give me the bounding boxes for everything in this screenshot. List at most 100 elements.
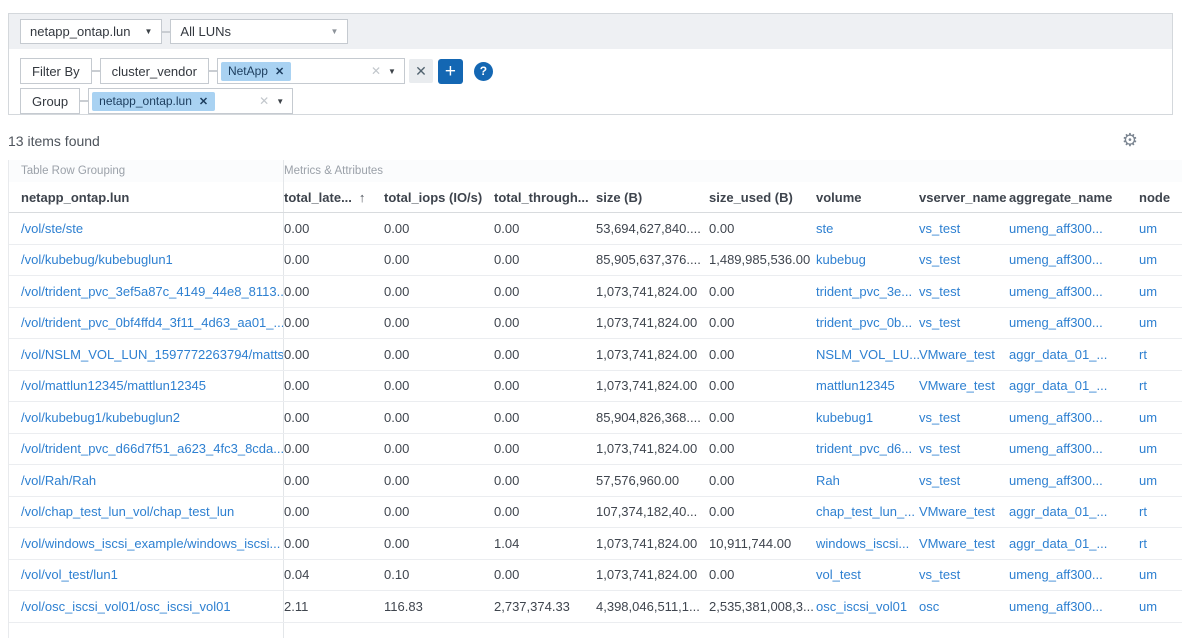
cell-node[interactable]: um [1139,276,1182,307]
cell-node[interactable]: um [1139,434,1182,465]
column-header-vserver_name[interactable]: vserver_name [919,182,1009,212]
help-icon[interactable]: ? [474,62,493,81]
saved-query-dropdown[interactable]: All LUNs ▼ [170,19,348,44]
cell-aggregate_name[interactable]: umeng_aff300... [1009,591,1139,622]
chevron-down-icon[interactable]: ▼ [388,67,396,76]
cell-aggregate_name[interactable]: umeng_aff300... [1009,402,1139,433]
cell-lun[interactable]: /vol/kubebug1/kubebuglun2 [9,402,284,433]
chevron-down-icon: ▼ [144,27,152,36]
chip-remove-icon[interactable]: ✕ [275,65,284,78]
cell-volume[interactable]: trident_pvc_d6... [816,434,919,465]
cell-vserver_name[interactable]: vs_test [919,560,1009,591]
cell-volume[interactable]: kubebug1 [816,402,919,433]
cell-aggregate_name[interactable]: aggr_data_01_... [1009,339,1139,370]
cell-volume[interactable]: ste [816,213,919,244]
column-header-volume[interactable]: volume [816,182,919,212]
cell-vserver_name[interactable]: vs_test [919,276,1009,307]
cell-lun[interactable]: /vol/windows_iscsi_example/windows_iscsi… [9,528,284,559]
filter-value-input[interactable]: NetApp ✕ ✕ ▼ [217,58,405,84]
cell-volume[interactable]: mattlun12345 [816,371,919,402]
cell-vserver_name[interactable]: osc [919,591,1009,622]
cell-aggregate_name[interactable]: aggr_data_01_... [1009,497,1139,528]
cell-vserver_name[interactable]: vs_test [919,245,1009,276]
chevron-down-icon[interactable]: ▼ [276,97,284,106]
cell-aggregate_name[interactable]: aggr_data_01_... [1009,528,1139,559]
cell-lun[interactable]: /vol/trident_pvc_3ef5a87c_4149_44e8_8113… [9,276,284,307]
cell-volume[interactable]: trident_pvc_0b... [816,308,919,339]
cell-total_throughput: 1.04 [494,528,596,559]
cell-volume[interactable]: vol_test [816,560,919,591]
cell-aggregate_name[interactable]: aggr_data_01_... [1009,371,1139,402]
cell-lun[interactable]: /vol/NSLM_VOL_LUN_1597772263794/matts... [9,339,284,370]
cell-node[interactable]: um [1139,465,1182,496]
clear-values-icon[interactable]: ✕ [371,64,381,78]
entity-type-dropdown[interactable]: netapp_ontap.lun ▼ [20,19,162,44]
cell-lun[interactable]: /vol/mattlun12345/mattlun12345 [9,371,284,402]
table-row: /vol/vol_test/lun10.040.100.001,073,741,… [9,560,1182,592]
chip-remove-icon[interactable]: ✕ [199,95,208,108]
cell-volume[interactable]: Rah [816,465,919,496]
cell-node[interactable]: um [1139,560,1182,591]
cell-vserver_name[interactable]: vs_test [919,308,1009,339]
filter-field-dropdown[interactable]: cluster_vendor [100,58,209,84]
cell-lun[interactable]: /vol/trident_pvc_d66d7f51_a623_4fc3_8cda… [9,434,284,465]
cell-vserver_name[interactable]: vs_test [919,213,1009,244]
cell-aggregate_name[interactable]: umeng_aff300... [1009,245,1139,276]
cell-lun[interactable]: /vol/Rah/Rah [9,465,284,496]
cell-aggregate_name[interactable]: umeng_aff300... [1009,465,1139,496]
column-header-node[interactable]: node [1139,182,1182,212]
cell-volume[interactable]: NSLM_VOL_LU... [816,339,919,370]
cell-lun[interactable]: /vol/vol_test/lun1 [9,560,284,591]
gear-icon[interactable]: ⚙ [1122,130,1138,151]
cell-vserver_name[interactable]: vs_test [919,402,1009,433]
cell-lun[interactable]: /vol/kubebug/kubebuglun1 [9,245,284,276]
cell-node[interactable]: rt [1139,371,1182,402]
cell-volume[interactable]: windows_iscsi... [816,528,919,559]
cell-node[interactable]: um [1139,591,1182,622]
cell-volume[interactable]: kubebug [816,245,919,276]
remove-filter-button[interactable]: ✕ [409,59,433,83]
cell-vserver_name[interactable]: VMware_test [919,371,1009,402]
cell-lun[interactable]: /vol/ste/ste [9,213,284,244]
cell-node[interactable]: um [1139,213,1182,244]
cell-node[interactable]: um [1139,245,1182,276]
cell-total_throughput: 0.00 [494,434,596,465]
cell-node[interactable]: rt [1139,528,1182,559]
column-header-lun[interactable]: netapp_ontap.lun [9,182,284,212]
cell-lun[interactable]: /vol/osc_iscsi_vol01/osc_iscsi_vol01 [9,591,284,622]
cell-aggregate_name[interactable]: umeng_aff300... [1009,276,1139,307]
cell-volume[interactable]: osc_iscsi_vol01 [816,591,919,622]
column-header-total_latency[interactable]: total_late...↑ [284,182,384,212]
cell-total_throughput: 0.00 [494,371,596,402]
cell-aggregate_name[interactable]: umeng_aff300... [1009,434,1139,465]
cell-vserver_name[interactable]: VMware_test [919,528,1009,559]
cell-volume[interactable]: trident_pvc_3e... [816,276,919,307]
cell-volume[interactable]: chap_test_lun_... [816,497,919,528]
column-header-total_throughput[interactable]: total_through... [494,182,596,212]
cell-node[interactable]: rt [1139,339,1182,370]
cell-node[interactable]: um [1139,402,1182,433]
cell-node[interactable]: rt [1139,497,1182,528]
group-value-input[interactable]: netapp_ontap.lun ✕ ✕ ▼ [88,88,293,114]
column-header-aggregate_name[interactable]: aggregate_name [1009,182,1139,212]
filter-value-chip: NetApp ✕ [221,62,291,81]
add-filter-button[interactable]: + [438,59,463,84]
cell-total_iops: 0.00 [384,276,494,307]
cell-vserver_name[interactable]: vs_test [919,434,1009,465]
cell-aggregate_name[interactable]: umeng_aff300... [1009,560,1139,591]
clear-values-icon[interactable]: ✕ [259,94,269,108]
cell-lun[interactable]: /vol/chap_test_lun_vol/chap_test_lun [9,497,284,528]
cell-total_iops: 0.00 [384,245,494,276]
cell-aggregate_name[interactable]: umeng_aff300... [1009,308,1139,339]
column-header-total_iops[interactable]: total_iops (IO/s) [384,182,494,212]
cell-total_iops: 0.00 [384,434,494,465]
column-header-size_used[interactable]: size_used (B) [709,182,816,212]
cell-vserver_name[interactable]: VMware_test [919,339,1009,370]
cell-aggregate_name[interactable]: umeng_aff300... [1009,213,1139,244]
group-value-chip: netapp_ontap.lun ✕ [92,92,215,111]
column-header-size[interactable]: size (B) [596,182,709,212]
cell-node[interactable]: um [1139,308,1182,339]
cell-vserver_name[interactable]: VMware_test [919,497,1009,528]
cell-vserver_name[interactable]: vs_test [919,465,1009,496]
cell-lun[interactable]: /vol/trident_pvc_0bf4ffd4_3f11_4d63_aa01… [9,308,284,339]
